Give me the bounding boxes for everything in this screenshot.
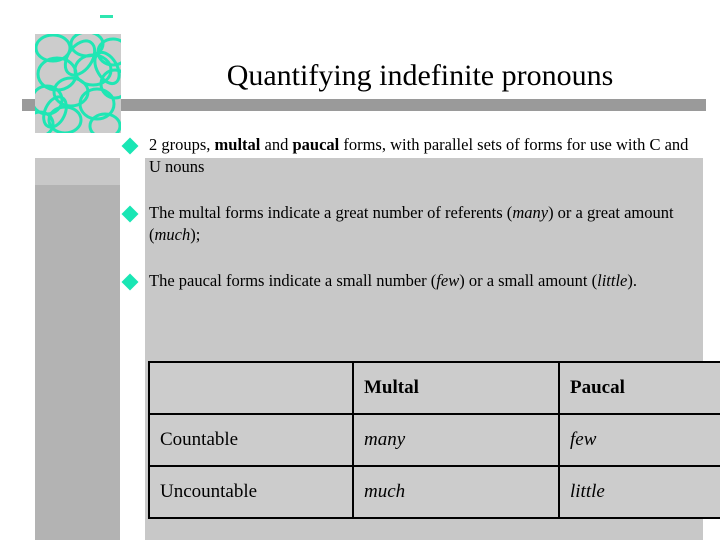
bullet-text-2: The multal forms indicate a great number… — [149, 203, 674, 244]
header-divider-bar — [22, 99, 706, 111]
diamond-bullet-icon — [121, 205, 139, 223]
table-header-row: Multal Paucal — [148, 361, 720, 415]
bullet-text-3: The paucal forms indicate a small number… — [149, 271, 637, 290]
list-item: 2 groups, multal and paucal forms, with … — [121, 134, 704, 178]
quantifier-table: Multal Paucal Countable many few Uncount… — [148, 361, 720, 519]
dash-mark-icon — [100, 15, 113, 18]
table-row: Uncountable much little — [148, 465, 720, 519]
slide-canvas: Quantifying indefinite pronouns 2 groups… — [0, 0, 720, 540]
diamond-bullet-icon — [121, 137, 139, 155]
table-header-paucal: Paucal — [558, 361, 720, 415]
row-label-uncountable: Uncountable — [148, 465, 354, 519]
cell-uncountable-paucal: little — [558, 465, 720, 519]
cell-uncountable-multal: much — [352, 465, 560, 519]
left-white-strip — [0, 158, 35, 540]
list-item: The multal forms indicate a great number… — [121, 202, 704, 246]
table-header-multal: Multal — [352, 361, 560, 415]
table-row: Countable many few — [148, 413, 720, 467]
left-gray-column — [35, 185, 120, 540]
table-header-corner — [148, 361, 354, 415]
list-item: The paucal forms indicate a small number… — [121, 270, 704, 292]
cell-countable-multal: many — [352, 413, 560, 467]
slide-title: Quantifying indefinite pronouns — [226, 59, 614, 92]
interlocking-circles-icon — [35, 34, 121, 133]
bullet-text-1: 2 groups, multal and paucal forms, with … — [149, 135, 689, 176]
row-label-countable: Countable — [148, 413, 354, 467]
cell-countable-paucal: few — [558, 413, 720, 467]
diamond-bullet-icon — [121, 273, 139, 291]
bullet-list: 2 groups, multal and paucal forms, with … — [121, 134, 704, 316]
